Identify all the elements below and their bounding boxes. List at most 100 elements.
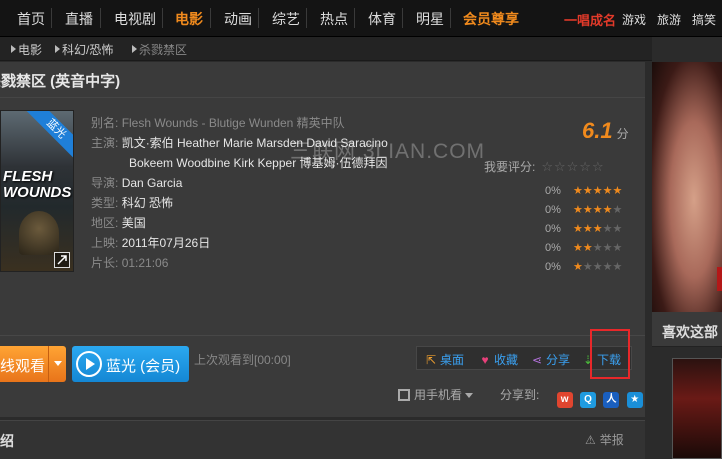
release-value: 2011年07月26日 [121, 236, 211, 250]
rating-score: 6.1 分 [582, 118, 629, 144]
page-root: 首页 直播 电视剧 电影 动画 综艺 热点 体育 明星 会员尊享 一唱成名 游戏… [0, 0, 722, 459]
bottom-tabbar: 绍 ⚠ 举报 [0, 420, 645, 459]
play-circle-icon [76, 351, 102, 377]
share-icon: ⋖ [531, 353, 543, 367]
last-watch-text: 上次观看到[00:00] [194, 353, 291, 367]
share-button[interactable]: ⋖ 分享 [531, 351, 570, 368]
renren-icon[interactable]: 人 [603, 392, 620, 408]
movie-poster[interactable]: 蓝光 FLESH WOUNDS [0, 110, 74, 272]
breadcrumb-arrow-icon [132, 45, 137, 53]
expand-icon[interactable] [54, 252, 70, 268]
rating-row: 0% ★★★★★ [545, 241, 622, 260]
rating-percent: 0% [545, 261, 561, 273]
bluray-badge: 蓝光 [25, 111, 73, 160]
rating-stars-icon: ★★★★★ [573, 185, 623, 197]
recommend-title: 喜欢这部 [662, 324, 718, 340]
nav-stars[interactable]: 明星 [416, 9, 444, 29]
side-ad-image[interactable] [652, 62, 722, 312]
qzone-icon[interactable]: Q [580, 392, 597, 408]
rating-percent: 0% [545, 204, 561, 216]
report-button[interactable]: ⚠ 举报 [585, 431, 624, 448]
rating-stars-icon: ★★★★★ [573, 242, 623, 254]
breadcrumb-movie[interactable]: 电影 [18, 41, 42, 58]
rating-row: 0% ★★★★★ [545, 260, 622, 279]
nav-promo[interactable]: 一唱成名 [564, 10, 616, 29]
nav-funny[interactable]: 搞笑 [692, 11, 716, 28]
alias-value: Flesh Wounds - Blutige Wunden 精英中队 [121, 116, 345, 130]
report-label: 举报 [599, 433, 624, 447]
director-value[interactable]: Dan Garcia [122, 176, 183, 190]
desktop-button[interactable]: ⇱ 桌面 [425, 351, 464, 368]
bluray-play-button[interactable]: 蓝光 (会员) [72, 346, 189, 382]
genre-label: 类型: [91, 196, 119, 210]
nav-movie[interactable]: 电影 [175, 9, 203, 29]
region-value[interactable]: 美国 [122, 216, 146, 230]
tab-intro[interactable]: 绍 [0, 431, 14, 451]
heart-icon: ♥ [481, 353, 489, 367]
breadcrumb-arrow-icon [55, 45, 60, 53]
play-button[interactable]: 线观看 [0, 346, 66, 382]
desktop-label: 桌面 [440, 353, 465, 367]
rating-stars-icon: ★★★★★ [573, 261, 623, 273]
report-icon: ⚠ [585, 433, 596, 447]
poster-figure [19, 211, 59, 255]
movie-detail-panel: 杀戮禁区 (英音中字) 蓝光 FLESH WOUNDS 别名: Flesh Wo… [0, 62, 645, 417]
breadcrumb-arrow-icon [11, 45, 16, 53]
favorite-label: 收藏 [494, 353, 519, 367]
nav-anime[interactable]: 动画 [224, 9, 252, 29]
rating-row: 0% ★★★★★ [545, 203, 622, 222]
watch-on-phone[interactable]: 用手机看 [398, 386, 474, 403]
alias-label: 别名: [91, 116, 119, 130]
rating-stars-icon: ★★★★★ [573, 223, 623, 235]
watch-on-phone-label: 用手机看 [414, 388, 463, 402]
rating-percent: 0% [545, 223, 561, 235]
recommend-thumbnail[interactable] [672, 358, 722, 459]
genre-value[interactable]: 科幻 恐怖 [122, 196, 173, 210]
duration-label: 片长: [91, 256, 119, 270]
release-label: 上映: [91, 236, 119, 250]
region-label: 地区: [91, 216, 119, 230]
star-share-icon[interactable]: ★ [626, 392, 643, 408]
nav-live[interactable]: 直播 [65, 9, 93, 29]
rating-stars-icon: ★★★★★ [573, 204, 623, 216]
play-dropdown-icon[interactable] [48, 346, 66, 382]
rating-percent: 0% [545, 242, 561, 254]
poster-title: FLESH WOUNDS [3, 168, 72, 201]
recommend-header: 喜欢这部 [652, 312, 722, 347]
play-button-label: 线观看 [0, 358, 46, 375]
nav-games[interactable]: 游戏 [622, 11, 646, 28]
duration-value: 01:21:06 [121, 256, 169, 270]
weibo-icon[interactable]: w [556, 392, 573, 408]
chevron-down-icon [465, 393, 474, 398]
breadcrumb-current: 杀戮禁区 [139, 43, 188, 57]
my-rating-label: 我要评分: [484, 160, 536, 174]
bluray-button-label: 蓝光 (会员) [106, 358, 181, 375]
favorite-button[interactable]: ♥ 收藏 [479, 351, 518, 368]
qr-code-icon [398, 389, 410, 401]
cast-label: 主演: [91, 136, 119, 150]
nav-sports[interactable]: 体育 [368, 9, 396, 29]
breadcrumb: 电影 科幻/恐怖 杀戮禁区 [0, 37, 652, 61]
breadcrumb-genre[interactable]: 科幻/恐怖 [62, 41, 113, 58]
director-label: 导演: [91, 176, 119, 190]
nav-vip[interactable]: 会员尊享 [463, 9, 519, 29]
nav-tv[interactable]: 电视剧 [114, 9, 156, 29]
rate-stars-input[interactable]: ☆☆☆☆☆ [541, 159, 604, 175]
nav-variety[interactable]: 综艺 [272, 9, 300, 29]
score-value: 6.1 [582, 118, 613, 143]
rating-row: 0% ★★★★★ [545, 222, 622, 241]
top-nav: 首页 直播 电视剧 电影 动画 综艺 热点 体育 明星 会员尊享 一唱成名 游戏… [0, 0, 722, 37]
nav-travel[interactable]: 旅游 [657, 11, 681, 28]
nav-home[interactable]: 首页 [17, 9, 45, 29]
nav-hot[interactable]: 热点 [320, 9, 348, 29]
share-to: 分享到: w Q 人 ★ [500, 386, 643, 408]
share-to-label: 分享到: [500, 388, 540, 402]
score-unit: 分 [616, 127, 629, 141]
desktop-icon: ⇱ [425, 353, 437, 367]
share-label: 分享 [546, 353, 571, 367]
my-rating: 我要评分: ☆☆☆☆☆ [484, 158, 605, 175]
watermark: 三联网 3LIAN.COM [290, 140, 486, 163]
page-title: 杀戮禁区 (英音中字) [0, 73, 121, 90]
rating-percent: 0% [545, 185, 561, 197]
rating-row: 0% ★★★★★ [545, 184, 622, 203]
